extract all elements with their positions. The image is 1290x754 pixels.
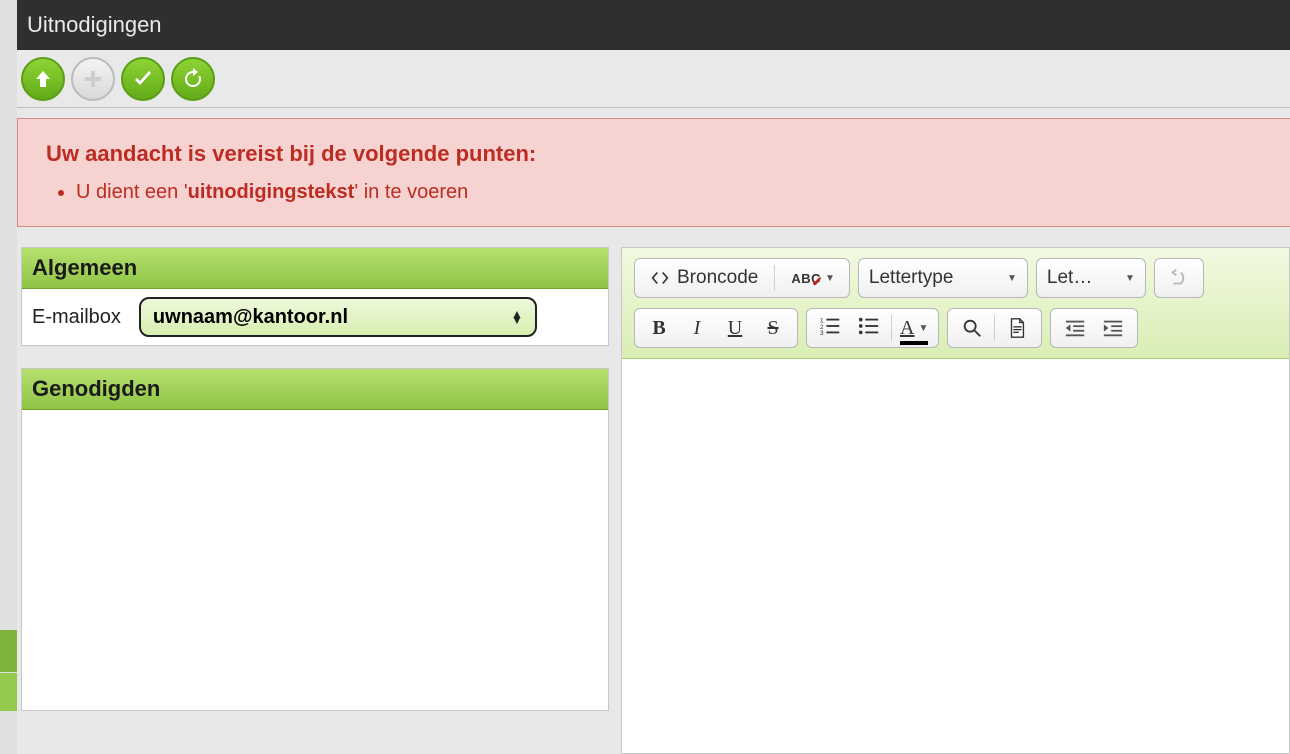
font-color-bar bbox=[900, 341, 928, 345]
panel-genodigden: Genodigden bbox=[21, 368, 609, 711]
underline-button[interactable]: U bbox=[717, 309, 753, 347]
refresh-icon bbox=[181, 67, 205, 91]
chevron-down-icon: ▼ bbox=[1007, 273, 1017, 284]
genodigden-body bbox=[22, 410, 608, 710]
window-title: Uitnodigingen bbox=[17, 0, 1290, 50]
font-family-label: Lettertype bbox=[869, 267, 954, 289]
alert-item: U dient een 'uitnodigingstekst' in te vo… bbox=[76, 181, 1262, 204]
font-size-group[interactable]: Let… ▼ bbox=[1036, 258, 1146, 298]
svg-text:3: 3 bbox=[820, 330, 824, 337]
indent-group bbox=[1050, 308, 1138, 348]
alert-heading: Uw aandacht is vereist bij de volgende p… bbox=[46, 141, 1262, 167]
preview-templates-group bbox=[947, 308, 1042, 348]
italic-button[interactable]: I bbox=[679, 309, 715, 347]
undo-group bbox=[1154, 258, 1204, 298]
source-button[interactable]: Broncode bbox=[645, 259, 762, 297]
preview-button[interactable] bbox=[954, 309, 990, 347]
abc-icon: ABC ✔ bbox=[791, 271, 821, 286]
bold-button[interactable]: B bbox=[641, 309, 677, 347]
confirm-button[interactable] bbox=[121, 57, 165, 101]
font-color-button[interactable]: A ▼ bbox=[896, 309, 932, 347]
magnifier-icon bbox=[961, 317, 983, 339]
unordered-list-button[interactable] bbox=[851, 309, 887, 347]
list-color-group: 123 A ▼ bbox=[806, 308, 939, 348]
validation-alert: Uw aandacht is vereist bij de volgende p… bbox=[17, 118, 1290, 227]
emailbox-label: E-mailbox bbox=[32, 306, 121, 329]
add-button bbox=[71, 57, 115, 101]
font-size-label: Let… bbox=[1047, 267, 1092, 289]
emailbox-value: uwnaam@kantoor.nl bbox=[153, 306, 348, 329]
indent-icon bbox=[1102, 317, 1124, 339]
source-icon bbox=[649, 267, 671, 289]
editor-toolbar: Broncode ABC ✔ ▼ Lettertype bbox=[622, 248, 1289, 359]
editor-panel: Broncode ABC ✔ ▼ Lettertype bbox=[621, 247, 1290, 754]
panel-genodigden-header: Genodigden bbox=[22, 369, 608, 410]
refresh-button[interactable] bbox=[171, 57, 215, 101]
outdent-button[interactable] bbox=[1057, 309, 1093, 347]
undo-button[interactable] bbox=[1161, 259, 1197, 297]
strike-button[interactable]: S bbox=[755, 309, 791, 347]
undo-icon bbox=[1168, 267, 1190, 289]
action-toolbar bbox=[17, 50, 1290, 108]
text-style-group: B I U S bbox=[634, 308, 798, 348]
window-title-text: Uitnodigingen bbox=[27, 12, 162, 38]
page-icon bbox=[1006, 317, 1028, 339]
spellcheck-button[interactable]: ABC ✔ ▼ bbox=[787, 259, 839, 297]
indent-button[interactable] bbox=[1095, 309, 1131, 347]
panel-algemeen-header: Algemeen bbox=[22, 248, 608, 289]
ordered-list-button[interactable]: 123 bbox=[813, 309, 849, 347]
ordered-list-icon: 123 bbox=[820, 315, 842, 341]
chevron-down-icon: ▼ bbox=[825, 273, 835, 284]
unordered-list-icon bbox=[858, 315, 880, 341]
templates-button[interactable] bbox=[999, 309, 1035, 347]
select-arrows-icon: ▲▼ bbox=[511, 311, 523, 323]
check-icon bbox=[131, 67, 155, 91]
emailbox-select[interactable]: uwnaam@kantoor.nl ▲▼ bbox=[139, 297, 537, 337]
chevron-down-icon: ▼ bbox=[1125, 273, 1135, 284]
font-family-group[interactable]: Lettertype ▼ bbox=[858, 258, 1028, 298]
editor-content[interactable] bbox=[622, 359, 1289, 753]
source-spellcheck-group: Broncode ABC ✔ ▼ bbox=[634, 258, 850, 298]
panel-algemeen: Algemeen E-mailbox uwnaam@kantoor.nl ▲▼ bbox=[21, 247, 609, 346]
arrow-up-icon bbox=[31, 67, 55, 91]
plus-icon bbox=[81, 67, 105, 91]
chevron-down-icon: ▼ bbox=[918, 323, 928, 334]
up-button[interactable] bbox=[21, 57, 65, 101]
outdent-icon bbox=[1064, 317, 1086, 339]
